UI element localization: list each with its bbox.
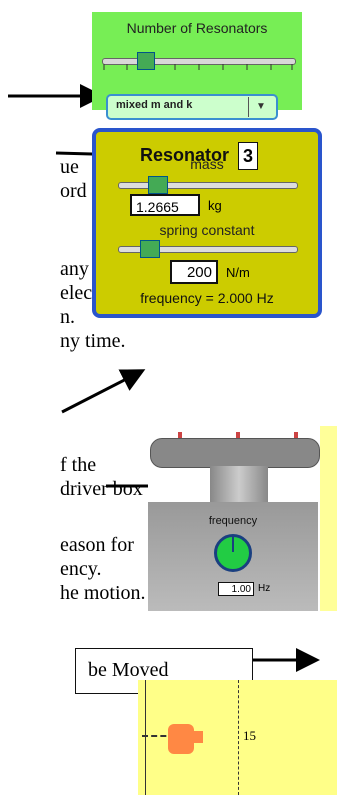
- mass-slider-thumb[interactable]: [148, 176, 168, 194]
- text-fragment: any: [60, 258, 89, 280]
- red-marker: [236, 432, 240, 438]
- text-fragment: f the: [60, 454, 97, 476]
- number-of-resonators-panel: Number of Resonators mixed m and k ▼: [92, 12, 302, 120]
- resonator-mode-select-value: mixed m and k: [116, 99, 193, 111]
- number-of-resonators-title: Number of Resonators: [126, 20, 268, 36]
- text-fragment: n.: [60, 306, 75, 328]
- driver-peg: [210, 466, 268, 502]
- weight-icon[interactable]: [168, 724, 194, 754]
- spring-constant-input[interactable]: 200: [170, 260, 218, 284]
- ruler-area: 15: [138, 680, 337, 795]
- driver-panel: frequency 1.00 Hz: [148, 426, 320, 611]
- driver-frequency-label: frequency: [208, 515, 258, 527]
- mass-slider-track[interactable]: [118, 182, 298, 189]
- text-fragment: ord: [60, 180, 87, 202]
- ruler-label: 15: [243, 728, 256, 743]
- spring-constant-slider-thumb[interactable]: [140, 240, 160, 258]
- slider-ticks: [103, 64, 293, 70]
- red-marker: [178, 432, 182, 438]
- arrow-right-icon: [61, 369, 146, 414]
- ruler-dashed-vertical: [238, 680, 240, 795]
- mass-input[interactable]: 1.2665: [130, 194, 200, 216]
- frequency-readout: frequency = 2.000 Hz: [140, 290, 274, 306]
- yellow-strip: [320, 426, 337, 611]
- resonator-mode-select[interactable]: mixed m and k ▼: [106, 94, 278, 120]
- text-fragment: driver box: [60, 478, 143, 500]
- weight-cap: [193, 731, 203, 743]
- dropdown-arrow-icon[interactable]: ▼: [248, 97, 273, 117]
- text-fragment: ency.: [60, 558, 102, 580]
- red-marker: [294, 432, 298, 438]
- text-fragment: ny time.: [60, 330, 126, 352]
- callout-text: be Moved: [88, 659, 169, 681]
- driver-frequency-knob[interactable]: [214, 534, 252, 572]
- driver-top-bar: [150, 438, 320, 468]
- driver-frequency-unit: Hz: [258, 583, 271, 594]
- spring-constant-unit: N/m: [226, 265, 250, 280]
- text-fragment: ue: [60, 156, 79, 178]
- mass-unit: kg: [208, 198, 222, 213]
- ruler-vertical-line: [145, 680, 146, 795]
- spring-constant-label: spring constant: [159, 222, 255, 238]
- driver-frequency-input[interactable]: 1.00: [218, 582, 254, 596]
- mass-label: mass: [190, 156, 224, 172]
- number-of-resonators-slider-thumb[interactable]: [137, 52, 155, 70]
- resonator-panel: Resonator 3 mass 1.2665 kg spring consta…: [92, 128, 322, 318]
- text-fragment: eason for: [60, 534, 134, 556]
- knob-indicator: [232, 537, 234, 552]
- text-fragment: he motion.: [60, 582, 146, 604]
